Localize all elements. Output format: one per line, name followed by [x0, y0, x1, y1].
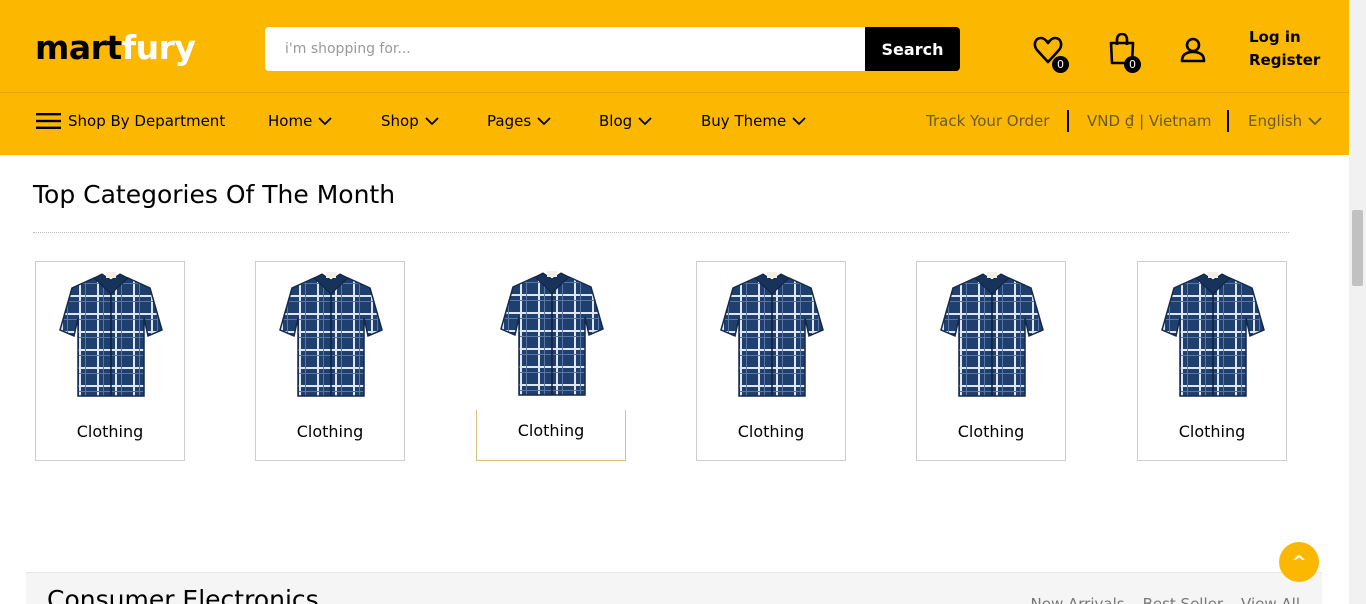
- category-card[interactable]: Clothing: [916, 261, 1066, 461]
- search-input[interactable]: i'm shopping for...: [265, 27, 866, 71]
- section-title: Top Categories Of The Month: [33, 180, 396, 209]
- shop-by-department-menu[interactable]: Shop By Department: [36, 112, 225, 130]
- register-link[interactable]: Register: [1249, 49, 1320, 72]
- category-label[interactable]: Clothing: [256, 422, 404, 441]
- nav-label: Shop: [381, 112, 419, 130]
- card-highlight-edge: [625, 410, 626, 461]
- tab-new-arrivals[interactable]: New Arrivals: [1031, 595, 1125, 604]
- chevron-down-icon: [425, 117, 439, 126]
- category-card[interactable]: Clothing: [696, 261, 846, 461]
- category-image[interactable]: [54, 270, 168, 402]
- nav-divider: [1067, 110, 1069, 132]
- login-link[interactable]: Log in: [1249, 26, 1320, 49]
- chevron-down-icon: [1308, 117, 1322, 126]
- cart-count-badge: 0: [1124, 56, 1141, 73]
- chevron-down-icon: [318, 117, 332, 126]
- account-links: Log in Register: [1249, 26, 1320, 72]
- nav-label: Buy Theme: [701, 112, 787, 130]
- category-image[interactable]: [274, 270, 388, 402]
- main-navigation: Shop By Department Home Shop Pages Blog …: [0, 94, 1349, 155]
- nav-label: Blog: [599, 112, 633, 130]
- category-image[interactable]: [935, 270, 1049, 402]
- track-order-link[interactable]: Track Your Order: [926, 112, 1049, 130]
- search-button[interactable]: Search: [865, 27, 960, 71]
- back-to-top-button[interactable]: ^: [1279, 542, 1319, 582]
- currency-selector[interactable]: VND ₫ | Vietnam: [1087, 112, 1211, 130]
- chevron-down-icon: [537, 117, 551, 126]
- nav-item-buy-theme[interactable]: Buy Theme: [701, 112, 806, 130]
- consumer-electronics-section: Consumer Electronics New Arrivals Best S…: [26, 572, 1322, 604]
- nav-item-pages[interactable]: Pages: [487, 112, 551, 130]
- wishlist-count-badge: 0: [1052, 56, 1069, 73]
- category-card[interactable]: Clothing: [1137, 261, 1287, 461]
- language-selector[interactable]: English: [1248, 112, 1322, 130]
- category-label[interactable]: Clothing: [917, 422, 1065, 441]
- logo[interactable]: martfury: [35, 28, 196, 68]
- logo-part-light: fury: [121, 28, 196, 67]
- category-card[interactable]: Clothing: [255, 261, 405, 461]
- category-label[interactable]: Clothing: [1138, 422, 1286, 441]
- nav-item-shop[interactable]: Shop: [381, 112, 439, 130]
- section-divider: [33, 232, 1289, 233]
- user-icon[interactable]: [1180, 37, 1206, 63]
- category-label[interactable]: Clothing: [477, 421, 625, 440]
- chevron-down-icon: [792, 117, 806, 126]
- wishlist-button[interactable]: 0: [1033, 33, 1069, 73]
- nav-label: Home: [268, 112, 313, 130]
- section-tabs: New Arrivals Best Seller View All: [1031, 595, 1300, 604]
- section-title: Consumer Electronics: [47, 585, 319, 604]
- nav-item-blog[interactable]: Blog: [599, 112, 652, 130]
- header-top-bar: martfury i'm shopping for... Search 0 0 …: [0, 0, 1349, 93]
- category-label[interactable]: Clothing: [36, 422, 184, 441]
- category-image[interactable]: [1156, 270, 1270, 402]
- category-image[interactable]: [715, 270, 829, 402]
- tab-best-seller[interactable]: Best Seller: [1143, 595, 1223, 604]
- nav-label: Pages: [487, 112, 532, 130]
- language-label: English: [1248, 112, 1303, 130]
- cart-button[interactable]: 0: [1105, 33, 1141, 73]
- category-card[interactable]: Clothing: [476, 261, 626, 461]
- category-image[interactable]: [495, 269, 609, 401]
- site-header: martfury i'm shopping for... Search 0 0 …: [0, 0, 1349, 155]
- hamburger-icon: [36, 113, 61, 129]
- nav-item-home[interactable]: Home: [268, 112, 332, 130]
- search-placeholder: i'm shopping for...: [285, 41, 411, 57]
- page-scrollbar[interactable]: [1349, 0, 1366, 604]
- category-card[interactable]: Clothing: [35, 261, 185, 461]
- logo-part-dark: mart: [35, 28, 122, 67]
- nav-divider: [1227, 110, 1229, 132]
- scrollbar-thumb[interactable]: [1352, 210, 1363, 286]
- tab-view-all[interactable]: View All: [1241, 595, 1300, 604]
- chevron-down-icon: [638, 117, 652, 126]
- department-label: Shop By Department: [68, 112, 226, 130]
- category-label[interactable]: Clothing: [697, 422, 845, 441]
